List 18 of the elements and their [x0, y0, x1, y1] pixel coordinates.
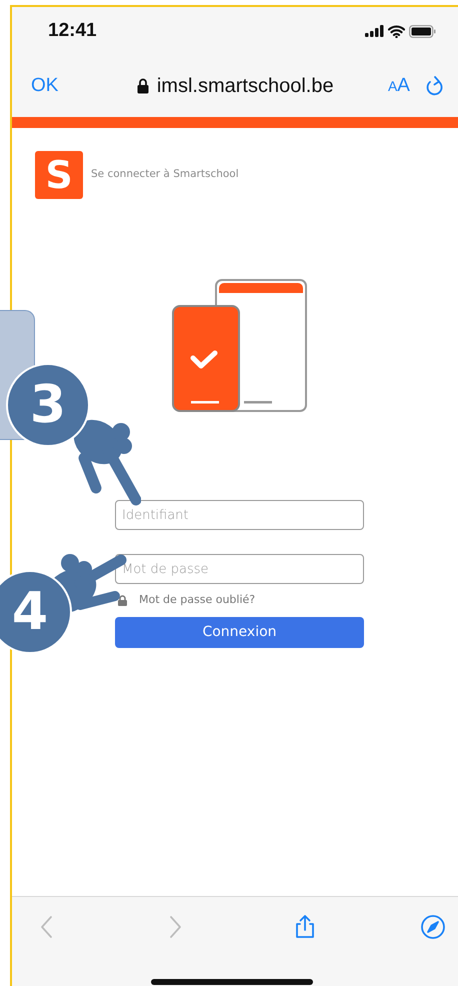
login-button[interactable]: Connexion — [115, 616, 364, 648]
password-field[interactable]: Mot de passe — [115, 554, 364, 584]
signal-icon — [365, 25, 384, 37]
page-title: Se connecter à Smartschool — [91, 167, 239, 182]
status-time: 12:41 — [48, 18, 97, 43]
wifi-icon — [388, 24, 405, 38]
forgot-password-link[interactable]: Mot de passe oublié? — [139, 592, 256, 608]
step-number: 4 — [0, 570, 72, 654]
logo: S — [35, 151, 83, 199]
lock-icon — [136, 78, 149, 94]
battery-icon — [409, 24, 436, 38]
url-text[interactable]: imsl.smartschool.be — [156, 71, 334, 101]
username-field[interactable]: Identifiant — [115, 500, 364, 530]
compass-icon[interactable] — [420, 912, 446, 942]
text-size-button[interactable]: AA — [388, 72, 410, 100]
padlock-icon — [118, 594, 127, 606]
done-button[interactable]: OK — [31, 72, 58, 100]
reload-icon[interactable] — [426, 76, 444, 96]
